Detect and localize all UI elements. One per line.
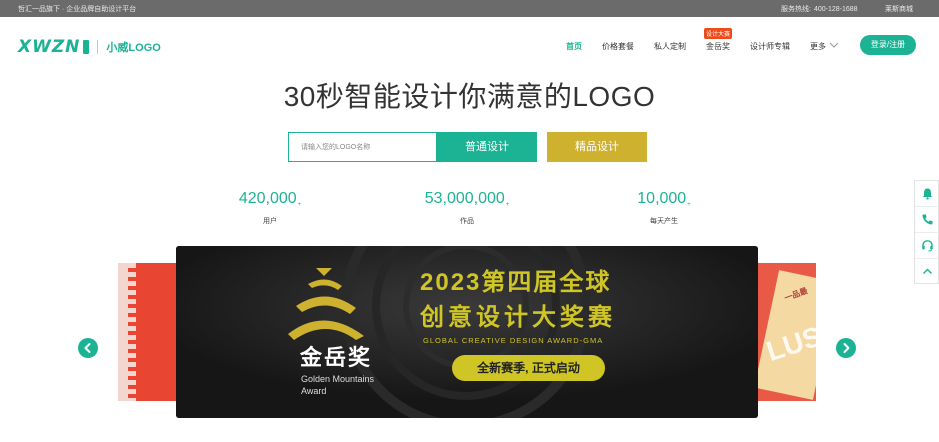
stat-works: 53,000,000+ 作品 [397,190,537,225]
award-name-en-line2: Award [301,386,327,396]
top-bar: 哲汇一品旗下 · 企业品牌自助设计平台 服务热线: 400-128-1688 莱斯… [0,0,939,17]
stat-suffix: + [297,202,302,208]
banner-subtitle: GLOBAL CREATIVE DESIGN AWARD-GMA [423,336,604,345]
phone-button[interactable] [915,207,939,233]
new-season-button[interactable]: 全新赛季, 正式启动 [452,355,605,381]
chevron-right-icon [843,343,850,353]
site-tagline: 哲汇一品旗下 · 企业品牌自助设计平台 [18,6,137,13]
stat-users: 420,000+ 用户 [200,190,340,225]
hotline-label: 服务热线: [781,6,811,13]
floating-toolbar [914,180,939,284]
logo-text: 小威LOGO [106,42,161,54]
logo-mark: XWZN [18,37,81,57]
normal-design-button[interactable]: 普通设计 [437,132,537,162]
banner-title-line1: 2023第四届全球 [420,269,612,296]
site-logo[interactable]: XWZN 小威LOGO [18,37,161,57]
nav-award[interactable]: 金岳奖 [706,41,730,52]
mall-link[interactable]: 莱斯商城 [885,4,913,14]
nav-home[interactable]: 首页 [566,41,582,52]
stat-suffix: + [687,202,691,208]
nav-designers[interactable]: 设计师专辑 [750,41,790,52]
bell-icon [922,188,933,200]
login-register-button[interactable]: 登录/注册 [860,35,916,55]
carousel-prev-button[interactable] [78,338,98,358]
stat-value: 10,000 [637,190,687,207]
hotline-number: 400-128-1688 [813,6,858,13]
carousel-slide-prev[interactable] [118,263,176,401]
site-header: XWZN 小威LOGO [0,17,939,73]
stat-value: 420,000 [238,190,297,207]
service-hotline: 服务热线: 400-128-1688 [781,4,858,14]
notify-button[interactable] [915,181,939,207]
nav-custom[interactable]: 私人定制 [654,41,686,52]
page-title: 30秒智能设计你满意的LOGO [283,81,656,112]
support-button[interactable] [915,233,939,259]
golden-mountain-logo-icon [288,268,364,340]
chevron-left-icon [84,343,91,353]
logo-tag [83,40,90,54]
chevron-up-icon [923,268,932,274]
back-to-top-button[interactable] [915,259,939,285]
headset-icon [922,240,933,252]
stat-value: 53,000,000 [424,190,505,207]
logo-divider [97,40,99,54]
stat-daily: 10,000+ 每天产生 [594,190,734,225]
premium-design-button[interactable]: 精品设计 [547,132,647,162]
nav-more[interactable]: 更多 [810,41,826,52]
slide-decor-edge [128,263,136,401]
award-name-cn: 金岳奖 [300,345,373,370]
banner-title-line2: 创意设计大奖赛 [420,304,616,331]
carousel-next-button[interactable] [836,338,856,358]
stat-label: 作品 [460,218,474,225]
phone-icon [922,214,933,225]
award-badge: 设计大赛 [704,28,733,39]
stat-label: 用户 [263,218,277,225]
stat-label: 每天产生 [650,218,678,225]
nav-pricing[interactable]: 价格套餐 [602,41,634,52]
stat-suffix: + [505,202,510,208]
chevron-down-icon[interactable] [829,40,839,50]
logo-name-input[interactable] [288,132,437,162]
carousel-slide-next[interactable]: 一品最 LUSI [758,263,816,401]
award-name-en-line1: Golden Mountains [301,374,375,384]
